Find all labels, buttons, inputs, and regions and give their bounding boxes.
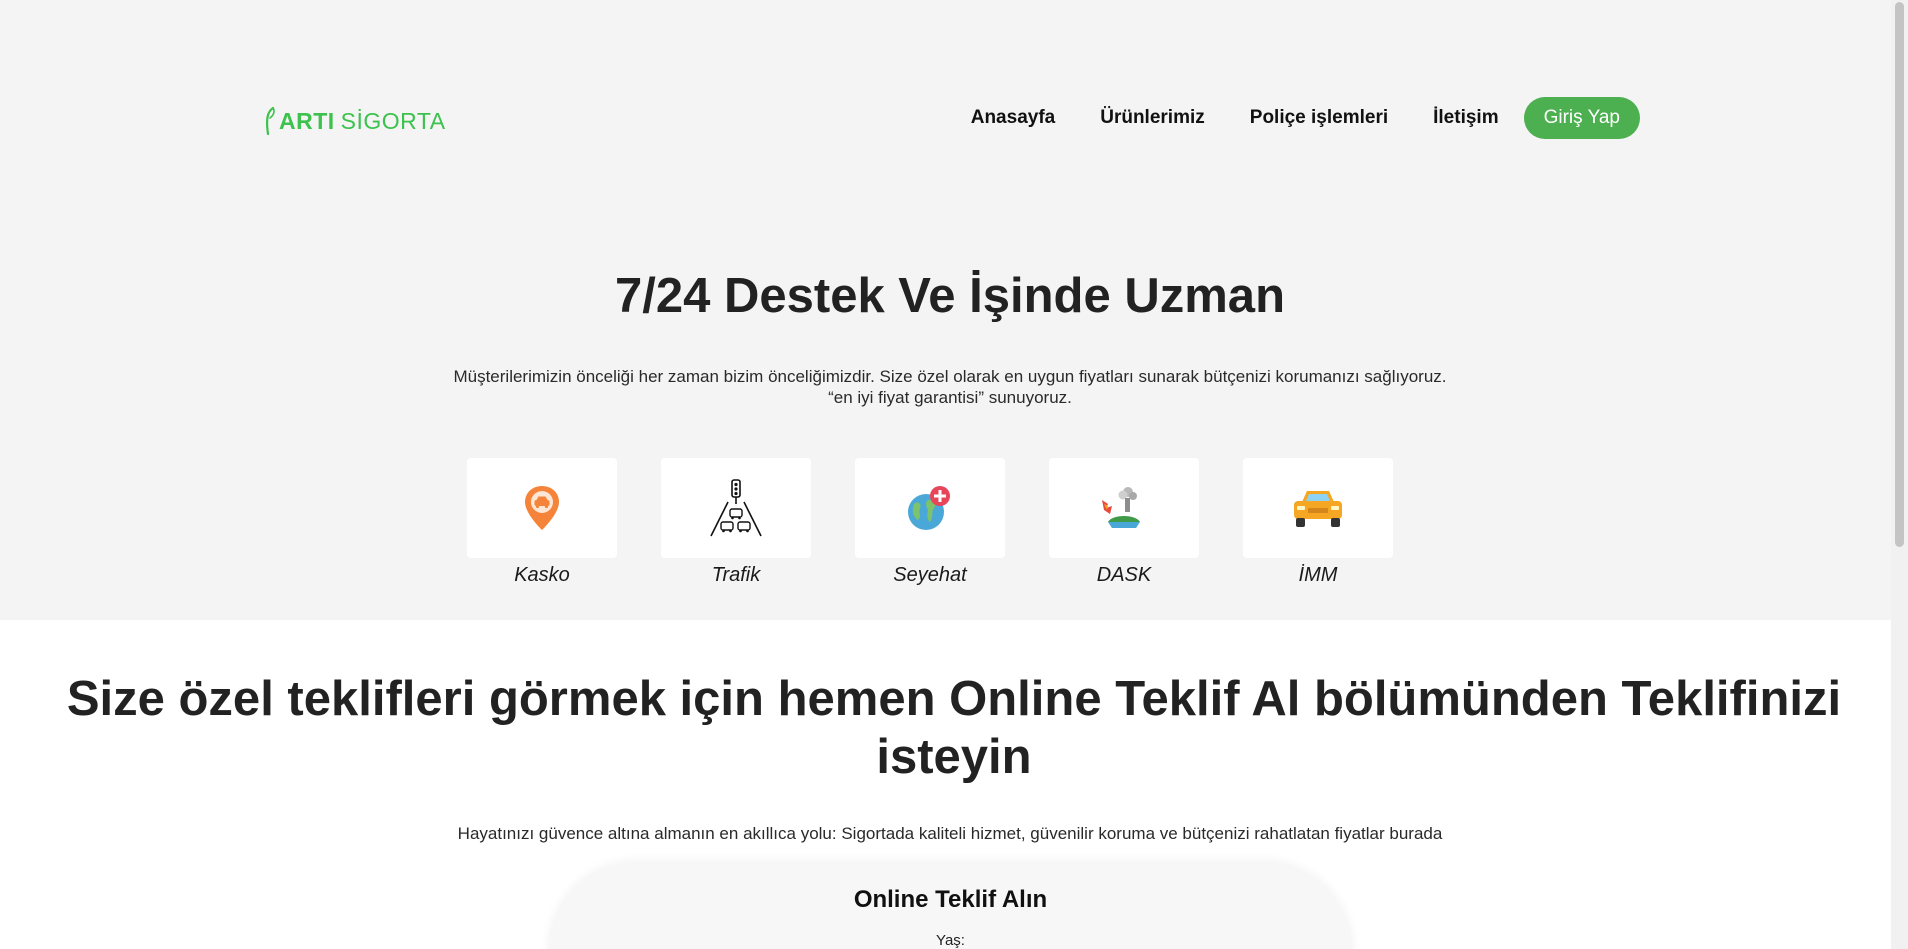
nav-item-police-islemleri[interactable]: Poliçe işlemleri	[1250, 107, 1388, 129]
offer-title: Size özel teklifleri görmek için hemen O…	[66, 672, 1842, 784]
nav-item-urunlerimiz[interactable]: Ürünlerimiz	[1100, 107, 1205, 129]
nav-item-anasayfa[interactable]: Anasayfa	[971, 107, 1056, 129]
hero-description-line-2: “en iyi fiyat garantisi” sunuyoruz.	[828, 388, 1072, 407]
product-imm[interactable]: İMM	[1243, 458, 1393, 587]
site-header: ARTI SİGORTA Anasayfa Ürünlerimiz Poliçe …	[0, 0, 1908, 200]
earthquake-icon	[1102, 487, 1140, 528]
product-seyehat[interactable]: Seyehat	[855, 458, 1005, 587]
product-card[interactable]	[855, 458, 1005, 558]
logo-light-text: SİGORTA	[340, 107, 446, 134]
page: ARTI SİGORTA Anasayfa Ürünlerimiz Poliçe …	[0, 0, 1908, 949]
age-label: Yaş:	[936, 932, 965, 949]
product-label: Kasko	[514, 564, 570, 586]
car-location-pin-icon	[525, 486, 559, 530]
page-scrollbar[interactable]	[1891, 0, 1908, 949]
product-card[interactable]	[661, 458, 811, 558]
product-card[interactable]	[467, 458, 617, 558]
product-label: İMM	[1298, 564, 1338, 586]
product-dask[interactable]: DASK	[1049, 458, 1199, 587]
product-label: Trafik	[711, 564, 761, 586]
logo-text: ARTI SİGORTA	[279, 108, 446, 135]
main-nav: Anasayfa Ürünlerimiz Poliçe işlemleri İl…	[971, 97, 1640, 139]
scrollbar-thumb[interactable]	[1895, 2, 1904, 547]
form-title: Online Teklif Alın	[853, 886, 1048, 913]
login-button[interactable]: Giriş Yap	[1523, 97, 1640, 139]
product-label: DASK	[1096, 564, 1152, 586]
logo-bold-text: ARTI	[279, 107, 335, 134]
hero-section: ARTI SİGORTA Anasayfa Ürünlerimiz Poliçe …	[0, 0, 1908, 620]
traffic-light-road-icon	[710, 479, 762, 537]
product-trafik[interactable]: Trafik	[661, 458, 811, 587]
hero-description-line-1: Müşterilerimizin önceliği her zaman bizi…	[453, 367, 1447, 386]
product-list: Kasko Trafik Seyehat DASK İMM	[467, 458, 1437, 587]
offer-subtitle: Hayatınızı güvence altına almanın en akı…	[457, 824, 1443, 843]
product-card[interactable]	[1243, 458, 1393, 558]
logo[interactable]: ARTI SİGORTA	[264, 104, 446, 138]
product-kasko[interactable]: Kasko	[467, 458, 617, 587]
nav-item-iletisim[interactable]: İletişim	[1433, 107, 1498, 129]
orange-car-icon	[1294, 491, 1342, 527]
leaf-icon	[265, 106, 275, 136]
product-label: Seyehat	[893, 564, 967, 586]
online-offer-form: Online Teklif Alın Yaş:	[548, 862, 1353, 949]
hero-description: Müşterilerimizin önceliği her zaman bizi…	[0, 366, 1900, 408]
hero-title: 7/24 Destek Ve İşinde Uzman	[615, 269, 1285, 323]
globe-health-icon	[908, 486, 950, 530]
product-card[interactable]	[1049, 458, 1199, 558]
